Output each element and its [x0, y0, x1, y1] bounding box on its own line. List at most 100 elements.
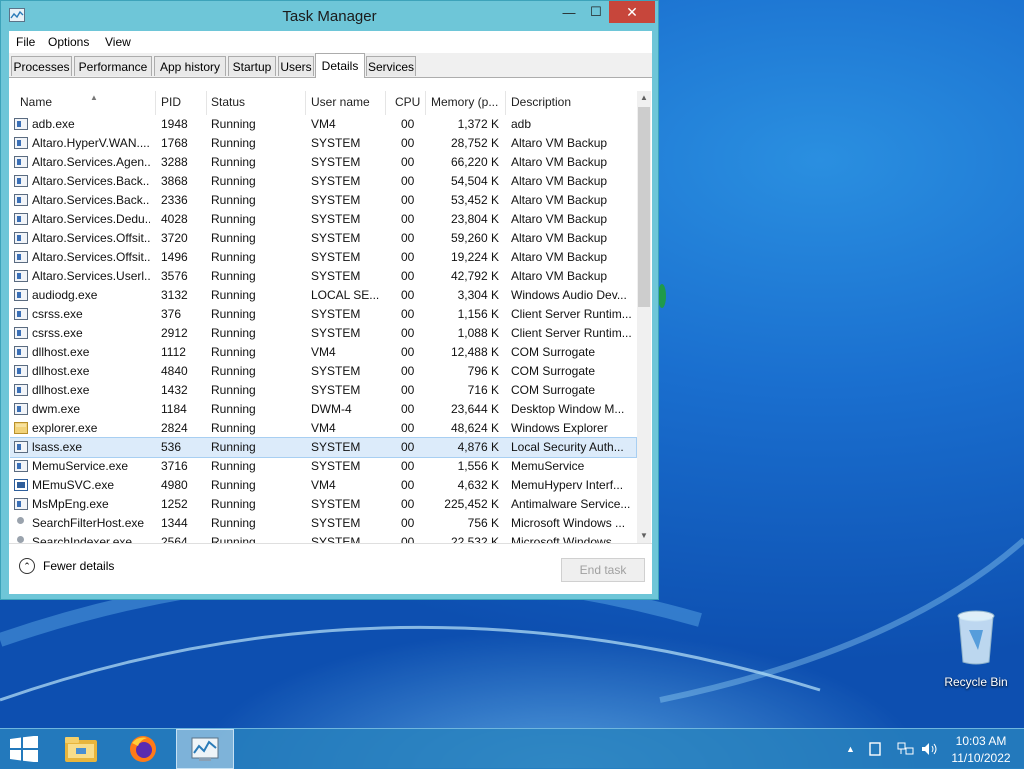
window-client: File Options View Processes Performance … [9, 31, 652, 594]
table-row[interactable]: explorer.exe 2824 Running VM4 00 48,624 K Wind… [10, 419, 636, 438]
process-name: explorer.exe [32, 421, 98, 435]
process-cpu: 00 [401, 288, 415, 302]
clock-date: 11/10/2022 [951, 751, 1011, 765]
process-user: SYSTEM [311, 326, 361, 340]
table-row[interactable]: adb.exe 1948 Running VM4 00 1,372 K adb [10, 115, 636, 134]
table-row[interactable]: Altaro.Services.Agen... 3288 Running SYSTEM… [10, 153, 636, 172]
table-row[interactable]: audiodg.exe 3132 Running LOCAL SE... 00 3,304… [10, 286, 636, 305]
column-divider[interactable] [305, 91, 306, 115]
process-name: Altaro.HyperV.WAN.... [32, 136, 150, 150]
scroll-thumb[interactable] [638, 107, 650, 307]
close-button[interactable]: ✕ [609, 1, 655, 23]
column-divider[interactable] [206, 91, 207, 115]
process-description: Microsoft Windows ... [511, 535, 626, 543]
process-memory: 1,088 K [457, 326, 499, 340]
table-row[interactable]: csrss.exe 376 Running SYSTEM 00 1,156 K Client… [10, 305, 636, 324]
process-description: Antimalware Service... [511, 497, 631, 511]
col-name-label: Name [20, 95, 53, 109]
tab-startup[interactable]: Startup [228, 56, 276, 76]
menu-file[interactable]: File [16, 35, 35, 49]
menu-view[interactable]: View [105, 35, 131, 49]
table-row[interactable]: SearchFilterHost.exe 1344 Running SYSTEM 00 7… [10, 514, 636, 533]
action-center-icon[interactable] [868, 729, 882, 769]
show-hidden-icons-button[interactable]: ▲ [846, 729, 855, 769]
col-memory[interactable]: Memory (p... [431, 95, 503, 109]
title-bar[interactable]: Task Manager — ☐ ✕ [1, 1, 658, 31]
col-pid[interactable]: PID [161, 95, 201, 109]
process-pid: 2564 [161, 535, 188, 543]
maximize-button[interactable]: ☐ [583, 1, 609, 23]
system-clock[interactable]: 10:03 AM 11/10/2022 [940, 733, 1022, 767]
chevron-up-icon: ⌃ [19, 558, 35, 574]
table-row[interactable]: dllhost.exe 1432 Running SYSTEM 00 716 K COM S… [10, 381, 636, 400]
menu-options[interactable]: Options [48, 35, 89, 49]
col-description[interactable]: Description [511, 95, 631, 109]
col-user-name[interactable]: User name [311, 95, 383, 109]
process-description: Windows Explorer [511, 421, 608, 435]
tab-users[interactable]: Users [278, 56, 314, 76]
col-name[interactable]: Name ▲ [20, 95, 150, 109]
process-name: csrss.exe [32, 307, 83, 321]
table-row[interactable]: Altaro.Services.Offsit... 1496 Running SYST… [10, 248, 636, 267]
process-pid: 3576 [161, 269, 188, 283]
vertical-scrollbar[interactable]: ▲ ▼ [637, 91, 651, 543]
process-memory: 28,752 K [450, 136, 499, 150]
col-status[interactable]: Status [211, 95, 301, 109]
table-row[interactable]: Altaro.HyperV.WAN.... 1768 Running SYSTEM 00… [10, 134, 636, 153]
process-description: COM Surrogate [511, 345, 596, 359]
column-divider[interactable] [505, 91, 506, 115]
table-row[interactable]: MemuService.exe 3716 Running SYSTEM 00 1,556 … [10, 457, 636, 476]
tab-performance[interactable]: Performance [74, 56, 152, 76]
tab-details[interactable]: Details [315, 53, 365, 78]
file-explorer-taskbar-button[interactable] [58, 729, 104, 769]
table-row[interactable]: dllhost.exe 1112 Running VM4 00 12,488 K COM S… [10, 343, 636, 362]
column-divider[interactable] [385, 91, 386, 115]
tab-processes[interactable]: Processes [11, 56, 72, 76]
start-button[interactable] [0, 729, 48, 769]
vm-icon [14, 479, 28, 491]
table-row[interactable]: MEmuSVC.exe 4980 Running VM4 00 4,632 K MemuHy… [10, 476, 636, 495]
process-memory: 59,260 K [450, 231, 499, 245]
col-cpu[interactable]: CPU [395, 95, 423, 109]
process-user: VM4 [311, 421, 336, 435]
table-row[interactable]: MsMpEng.exe 1252 Running SYSTEM 00 225,452 K A… [10, 495, 636, 514]
fewer-details-button[interactable]: ⌃ Fewer details [19, 558, 114, 574]
table-row[interactable]: lsass.exe 536 Running SYSTEM 00 4,876 K Local … [10, 437, 637, 458]
column-divider[interactable] [425, 91, 426, 115]
table-row[interactable]: dllhost.exe 4840 Running SYSTEM 00 796 K COM S… [10, 362, 636, 381]
table-row[interactable]: SearchIndexer.exe 2564 Running SYSTEM 00 22,5… [10, 533, 636, 543]
process-icon [14, 289, 28, 301]
column-divider[interactable] [155, 91, 156, 115]
process-description: adb [511, 117, 532, 131]
volume-icon[interactable] [921, 729, 939, 769]
process-user: SYSTEM [311, 307, 361, 321]
maximize-icon: ☐ [590, 4, 602, 19]
table-row[interactable]: Altaro.Services.Back... 2336 Running SYSTEM… [10, 191, 636, 210]
tab-app-history[interactable]: App history [154, 56, 226, 76]
table-row[interactable]: csrss.exe 2912 Running SYSTEM 00 1,088 K Clien… [10, 324, 636, 343]
tab-services[interactable]: Services [366, 56, 416, 76]
task-manager-taskbar-button[interactable] [176, 729, 234, 769]
process-status: Running [211, 535, 256, 543]
table-row[interactable]: Altaro.Services.Dedu... 4028 Running SYSTEM… [10, 210, 636, 229]
scroll-up-icon[interactable]: ▲ [637, 91, 651, 105]
table-row[interactable]: Altaro.Services.Offsit... 3720 Running SYST… [10, 229, 636, 248]
process-user: SYSTEM [311, 459, 361, 473]
table-row[interactable]: dwm.exe 1184 Running DWM-4 00 23,644 K Desktop… [10, 400, 636, 419]
process-name: dllhost.exe [32, 364, 90, 378]
table-row[interactable]: Altaro.Services.Back... 3868 Running SYSTEM… [10, 172, 636, 191]
process-pid: 2824 [161, 421, 188, 435]
recycle-bin-shortcut[interactable]: Recycle Bin [938, 610, 1014, 689]
process-pid: 3132 [161, 288, 188, 302]
minimize-button[interactable]: — [556, 1, 582, 23]
scroll-down-icon[interactable]: ▼ [637, 529, 651, 543]
process-description: Client Server Runtim... [511, 307, 632, 321]
process-icon [14, 327, 28, 339]
process-description: Client Server Runtim... [511, 326, 632, 340]
process-status: Running [211, 136, 256, 150]
sort-up-icon: ▲ [90, 95, 98, 102]
table-row[interactable]: Altaro.Services.Userl... 3576 Running SYSTE… [10, 267, 636, 286]
network-icon[interactable] [897, 729, 915, 769]
firefox-taskbar-button[interactable] [120, 729, 166, 769]
end-task-button[interactable]: End task [561, 558, 645, 582]
